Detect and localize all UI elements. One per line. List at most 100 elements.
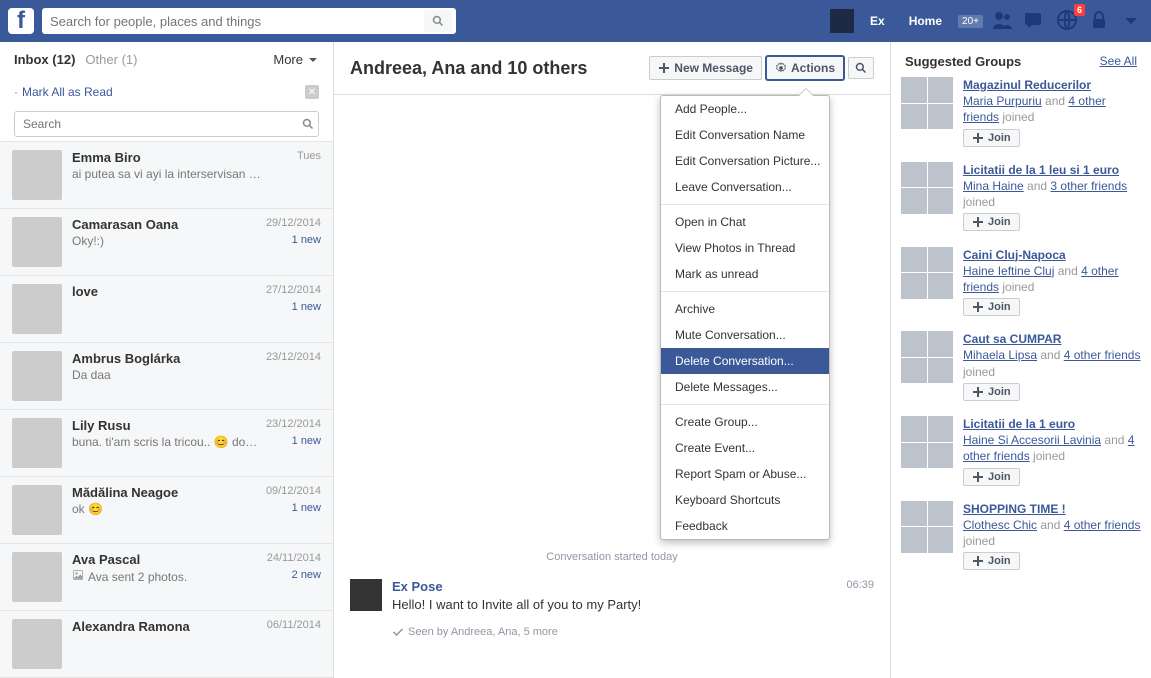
settings-caret-icon[interactable] xyxy=(1119,9,1143,33)
conversation-item[interactable]: Emma Biro Tues ai putea sa vi ayi la int… xyxy=(0,142,333,209)
menu-item[interactable]: Leave Conversation... xyxy=(661,174,829,200)
join-button[interactable]: Join xyxy=(963,383,1020,401)
conversation-date: 23/12/2014 xyxy=(266,418,321,433)
message-text: Hello! I want to Invite all of you to my… xyxy=(392,597,838,612)
menu-divider xyxy=(661,404,829,405)
menu-item[interactable]: Mark as unread xyxy=(661,261,829,287)
friend-requests-icon[interactable] xyxy=(991,9,1015,33)
menu-item[interactable]: Open in Chat xyxy=(661,209,829,235)
conversation-item[interactable]: love 27/12/2014 1 new xyxy=(0,276,333,343)
group-friend-link[interactable]: Haine Ieftine Cluj xyxy=(963,264,1054,278)
sidebar-search-input[interactable] xyxy=(19,117,302,131)
message-sender[interactable]: Ex Pose xyxy=(392,579,443,594)
messages-icon[interactable] xyxy=(1023,9,1047,33)
profile-avatar[interactable] xyxy=(830,9,854,33)
join-button[interactable]: Join xyxy=(963,129,1020,147)
group-thumbs xyxy=(901,331,953,383)
mark-all-read-link[interactable]: Mark All as Read xyxy=(22,85,113,99)
privacy-icon[interactable] xyxy=(1087,9,1111,33)
menu-item[interactable]: Mute Conversation... xyxy=(661,322,829,348)
conversation-item[interactable]: Mădălina Neagoe 09/12/2014 ok 😊 1 new xyxy=(0,477,333,544)
plus-icon xyxy=(972,132,984,144)
see-all-link[interactable]: See All xyxy=(1100,54,1137,69)
conversation-date: Tues xyxy=(297,150,321,165)
actions-button[interactable]: Actions xyxy=(766,56,844,80)
conversation-name: Ambrus Boglárka xyxy=(72,351,180,366)
global-search[interactable] xyxy=(42,8,456,34)
conversation-item[interactable]: Alexandra Ramona 06/11/2014 xyxy=(0,611,333,678)
group-name-link[interactable]: Licitatii de la 1 euro xyxy=(963,417,1075,431)
join-label: Join xyxy=(988,471,1011,483)
menu-item[interactable]: Create Group... xyxy=(661,409,829,435)
sidebar-search[interactable] xyxy=(14,111,319,137)
tab-inbox[interactable]: Inbox (12) xyxy=(14,52,75,67)
join-button[interactable]: Join xyxy=(963,468,1020,486)
join-label: Join xyxy=(988,301,1011,313)
global-search-button[interactable] xyxy=(424,10,452,32)
join-button[interactable]: Join xyxy=(963,552,1020,570)
home-link[interactable]: Home xyxy=(901,14,950,28)
group-name-link[interactable]: Caini Cluj-Napoca xyxy=(963,248,1066,262)
suggested-group: Caut sa CUMPAR Mihaela Lipsa and 4 other… xyxy=(901,331,1141,402)
group-others-link[interactable]: 4 other friends xyxy=(1064,518,1141,532)
home-count-badge: 20+ xyxy=(958,15,983,28)
inbox-tabs: Inbox (12) Other (1) More xyxy=(0,42,333,77)
sidebar: Inbox (12) Other (1) More · Mark All as … xyxy=(0,42,334,678)
close-icon[interactable]: ✕ xyxy=(305,85,319,99)
new-message-button[interactable]: New Message xyxy=(649,56,762,80)
menu-item[interactable]: Feedback xyxy=(661,513,829,539)
conversation-item[interactable]: Ambrus Boglárka 23/12/2014 Da daa xyxy=(0,343,333,410)
attachment-icon xyxy=(72,569,84,581)
group-friend-link[interactable]: Mina Haine xyxy=(963,179,1024,193)
group-name-link[interactable]: Caut sa CUMPAR xyxy=(963,332,1061,346)
conversation-date: 24/11/2014 xyxy=(267,552,321,567)
notifications-button[interactable]: 6 xyxy=(1055,8,1079,35)
search-icon xyxy=(302,118,314,130)
conversation-item[interactable]: Camarasan Oana 29/12/2014 Oky!:) 1 new xyxy=(0,209,333,276)
menu-divider xyxy=(661,291,829,292)
group-friend-link[interactable]: Haine Si Accesorii Lavinia xyxy=(963,433,1101,447)
thread-title: Andreea, Ana and 10 others xyxy=(350,58,645,79)
facebook-logo[interactable]: f xyxy=(8,8,34,34)
conversation-avatar xyxy=(12,418,62,468)
menu-item[interactable]: Archive xyxy=(661,296,829,322)
menu-item[interactable]: Delete Conversation... xyxy=(661,348,829,374)
menu-item[interactable]: Add People... xyxy=(661,96,829,122)
conversation-date: 09/12/2014 xyxy=(266,485,321,500)
group-and: and xyxy=(1037,518,1064,532)
thread-search-button[interactable] xyxy=(848,57,874,79)
menu-item[interactable]: View Photos in Thread xyxy=(661,235,829,261)
suggested-group: SHOPPING TIME ! Clothesc Chic and 4 othe… xyxy=(901,501,1141,572)
group-friend-link[interactable]: Mihaela Lipsa xyxy=(963,348,1037,362)
join-button[interactable]: Join xyxy=(963,213,1020,231)
tab-more[interactable]: More xyxy=(273,52,319,67)
group-others-link[interactable]: 4 other friends xyxy=(1064,348,1141,362)
menu-item[interactable]: Keyboard Shortcuts xyxy=(661,487,829,513)
top-header: f Ex Home 20+ 6 xyxy=(0,0,1151,42)
group-friend-link[interactable]: Clothesc Chic xyxy=(963,518,1037,532)
group-joined-label: joined xyxy=(963,195,995,209)
group-name-link[interactable]: SHOPPING TIME ! xyxy=(963,502,1066,516)
group-name-link[interactable]: Magazinul Reducerilor xyxy=(963,78,1091,92)
menu-item[interactable]: Create Event... xyxy=(661,435,829,461)
conversation-item[interactable]: Ava Pascal 24/11/2014 Ava sent 2 photos.… xyxy=(0,544,333,611)
global-search-input[interactable] xyxy=(46,14,424,29)
conversation-item[interactable]: Lily Rusu 23/12/2014 buna. ti'am scris l… xyxy=(0,410,333,477)
group-friend-link[interactable]: Maria Purpuriu xyxy=(963,94,1042,108)
group-name-link[interactable]: Licitatii de la 1 leu si 1 euro xyxy=(963,163,1119,177)
group-others-link[interactable]: 3 other friends xyxy=(1050,179,1127,193)
join-button[interactable]: Join xyxy=(963,298,1020,316)
thread-pane: Andreea, Ana and 10 others New Message A… xyxy=(334,42,891,678)
menu-item[interactable]: Edit Conversation Name xyxy=(661,122,829,148)
menu-item[interactable]: Delete Messages... xyxy=(661,374,829,400)
menu-item[interactable]: Edit Conversation Picture... xyxy=(661,148,829,174)
menu-item[interactable]: Report Spam or Abuse... xyxy=(661,461,829,487)
tab-other-label: Other xyxy=(85,52,118,67)
seen-row[interactable]: Seen by Andreea, Ana, 5 more xyxy=(392,626,874,638)
search-icon xyxy=(855,62,867,74)
profile-link[interactable]: Ex xyxy=(862,14,893,28)
conversation-new-count: 2 new xyxy=(292,569,321,584)
conversation-name: Emma Biro xyxy=(72,150,141,165)
group-and: and xyxy=(1042,94,1069,108)
tab-other[interactable]: Other (1) xyxy=(85,52,137,67)
